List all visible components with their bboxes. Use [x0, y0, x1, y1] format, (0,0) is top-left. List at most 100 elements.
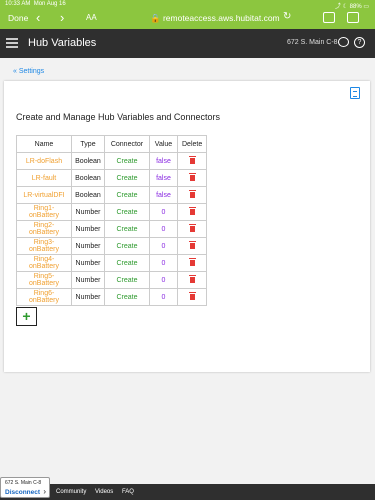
table-row: Ring2-onBattery Number Create 0	[16, 220, 208, 238]
variable-value[interactable]: false	[149, 169, 178, 187]
done-button[interactable]: Done	[8, 13, 28, 23]
variable-name-link[interactable]: LR-doFlash	[16, 152, 72, 170]
variable-name-link[interactable]: Ring4-onBattery	[16, 254, 72, 272]
browser-nav: Done ‹ › AA 🔒 remoteaccess.aws.hubitat.c…	[0, 9, 375, 27]
create-connector-link[interactable]: Create	[104, 220, 150, 238]
variable-value[interactable]: 0	[149, 254, 178, 272]
variable-name-link[interactable]: Ring5-onBattery	[16, 271, 72, 289]
column-header: Delete	[176, 135, 208, 153]
variable-name-link[interactable]: LR-fault	[16, 169, 72, 187]
table-row: Ring1-onBattery Number Create 0	[16, 203, 208, 221]
variable-name-link[interactable]: Ring3-onBattery	[16, 237, 72, 255]
variable-value[interactable]: false	[149, 186, 178, 204]
status-time: 10:33 AM Mon Aug 16	[5, 1, 66, 7]
delete-cell	[176, 271, 208, 289]
status-bar: 10:33 AM Mon Aug 16 ⤴ ☾ 88% ▭	[0, 1, 375, 10]
trash-icon[interactable]	[188, 258, 196, 266]
delete-cell	[176, 220, 208, 238]
text-size-button[interactable]: AA	[86, 13, 97, 22]
document-icon[interactable]	[350, 87, 360, 99]
variable-value[interactable]: 0	[149, 220, 178, 238]
trash-icon[interactable]	[188, 275, 196, 283]
variable-name-link[interactable]: LR-virtualDFI	[16, 186, 72, 204]
table-row: Ring5-onBattery Number Create 0	[16, 271, 208, 289]
tabs-icon[interactable]	[347, 12, 359, 23]
reload-icon[interactable]: ↻	[283, 11, 291, 22]
remote-hub-name: 672 S. Main C-8	[5, 480, 42, 486]
back-icon[interactable]: ‹	[36, 10, 40, 25]
variable-value[interactable]: false	[149, 152, 178, 170]
delete-cell	[176, 254, 208, 272]
trash-icon[interactable]	[188, 292, 196, 300]
create-connector-link[interactable]: Create	[104, 288, 150, 306]
variable-name-link[interactable]: Ring1-onBattery	[16, 203, 72, 221]
disconnect-button[interactable]: Disconnect	[5, 489, 40, 496]
table-row: Ring4-onBattery Number Create 0	[16, 254, 208, 272]
community-link[interactable]: Community	[56, 489, 86, 495]
faq-link[interactable]: FAQ	[122, 489, 134, 495]
column-header: Type	[71, 135, 105, 153]
table-row: LR-doFlash Boolean Create false	[16, 152, 208, 170]
create-connector-link[interactable]: Create	[104, 203, 150, 221]
delete-cell	[176, 237, 208, 255]
variable-type: Boolean	[71, 169, 105, 187]
hub-name[interactable]: 672 S. Main C-8	[287, 39, 338, 46]
app-header: Hub Variables 672 S. Main C-8 ?	[0, 29, 375, 58]
delete-cell	[176, 152, 208, 170]
chevron-right-icon: ›	[43, 487, 46, 496]
delete-cell	[176, 186, 208, 204]
create-connector-link[interactable]: Create	[104, 237, 150, 255]
url-field[interactable]: 🔒 remoteaccess.aws.hubitat.com	[150, 13, 280, 24]
share-icon[interactable]	[323, 12, 335, 23]
delete-cell	[176, 169, 208, 187]
settings-link[interactable]: « Settings	[13, 68, 44, 75]
footer-links: Community Videos FAQ	[56, 489, 141, 495]
table-row: LR-fault Boolean Create false	[16, 169, 208, 187]
trash-icon[interactable]	[188, 207, 196, 215]
table-row: Ring3-onBattery Number Create 0	[16, 237, 208, 255]
variable-value[interactable]: 0	[149, 288, 178, 306]
variable-value[interactable]: 0	[149, 203, 178, 221]
create-connector-link[interactable]: Create	[104, 152, 150, 170]
remote-hub-panel[interactable]: 672 S. Main C-8 Disconnect ›	[0, 477, 50, 498]
variable-name-link[interactable]: Ring2-onBattery	[16, 220, 72, 238]
create-connector-link[interactable]: Create	[104, 254, 150, 272]
variable-type: Boolean	[71, 186, 105, 204]
table-header-row: Name Type Connector Value Delete	[16, 135, 208, 153]
delete-cell	[176, 203, 208, 221]
trash-icon[interactable]	[188, 173, 196, 181]
variable-type: Number	[71, 288, 105, 306]
variables-card: Create and Manage Hub Variables and Conn…	[4, 81, 370, 372]
browser-bar: 10:33 AM Mon Aug 16 ⤴ ☾ 88% ▭ Done ‹ › A…	[0, 0, 375, 29]
variable-value[interactable]: 0	[149, 271, 178, 289]
variables-table: Name Type Connector Value Delete LR-doFl…	[16, 135, 208, 306]
variable-type: Number	[71, 237, 105, 255]
column-header: Value	[149, 135, 178, 153]
menu-icon[interactable]	[6, 38, 18, 48]
variable-type: Number	[71, 203, 105, 221]
trash-icon[interactable]	[188, 224, 196, 232]
column-header: Name	[16, 135, 72, 153]
variable-type: Number	[71, 220, 105, 238]
trash-icon[interactable]	[188, 190, 196, 198]
variable-value[interactable]: 0	[149, 237, 178, 255]
create-connector-link[interactable]: Create	[104, 186, 150, 204]
card-heading: Create and Manage Hub Variables and Conn…	[16, 112, 220, 122]
variable-name-link[interactable]: Ring6-onBattery	[16, 288, 72, 306]
footer-bar: Community Videos FAQ	[0, 484, 375, 500]
variable-type: Number	[71, 254, 105, 272]
trash-icon[interactable]	[188, 241, 196, 249]
help-icon[interactable]: ?	[354, 37, 365, 48]
variable-type: Number	[71, 271, 105, 289]
forward-icon[interactable]: ›	[60, 10, 64, 25]
videos-link[interactable]: Videos	[95, 489, 113, 495]
table-row: LR-virtualDFI Boolean Create false	[16, 186, 208, 204]
trash-icon[interactable]	[188, 156, 196, 164]
column-header: Connector	[104, 135, 150, 153]
chat-icon[interactable]	[338, 37, 349, 47]
add-variable-button[interactable]: +	[16, 307, 37, 326]
create-connector-link[interactable]: Create	[104, 271, 150, 289]
create-connector-link[interactable]: Create	[104, 169, 150, 187]
variable-type: Boolean	[71, 152, 105, 170]
delete-cell	[176, 288, 208, 306]
